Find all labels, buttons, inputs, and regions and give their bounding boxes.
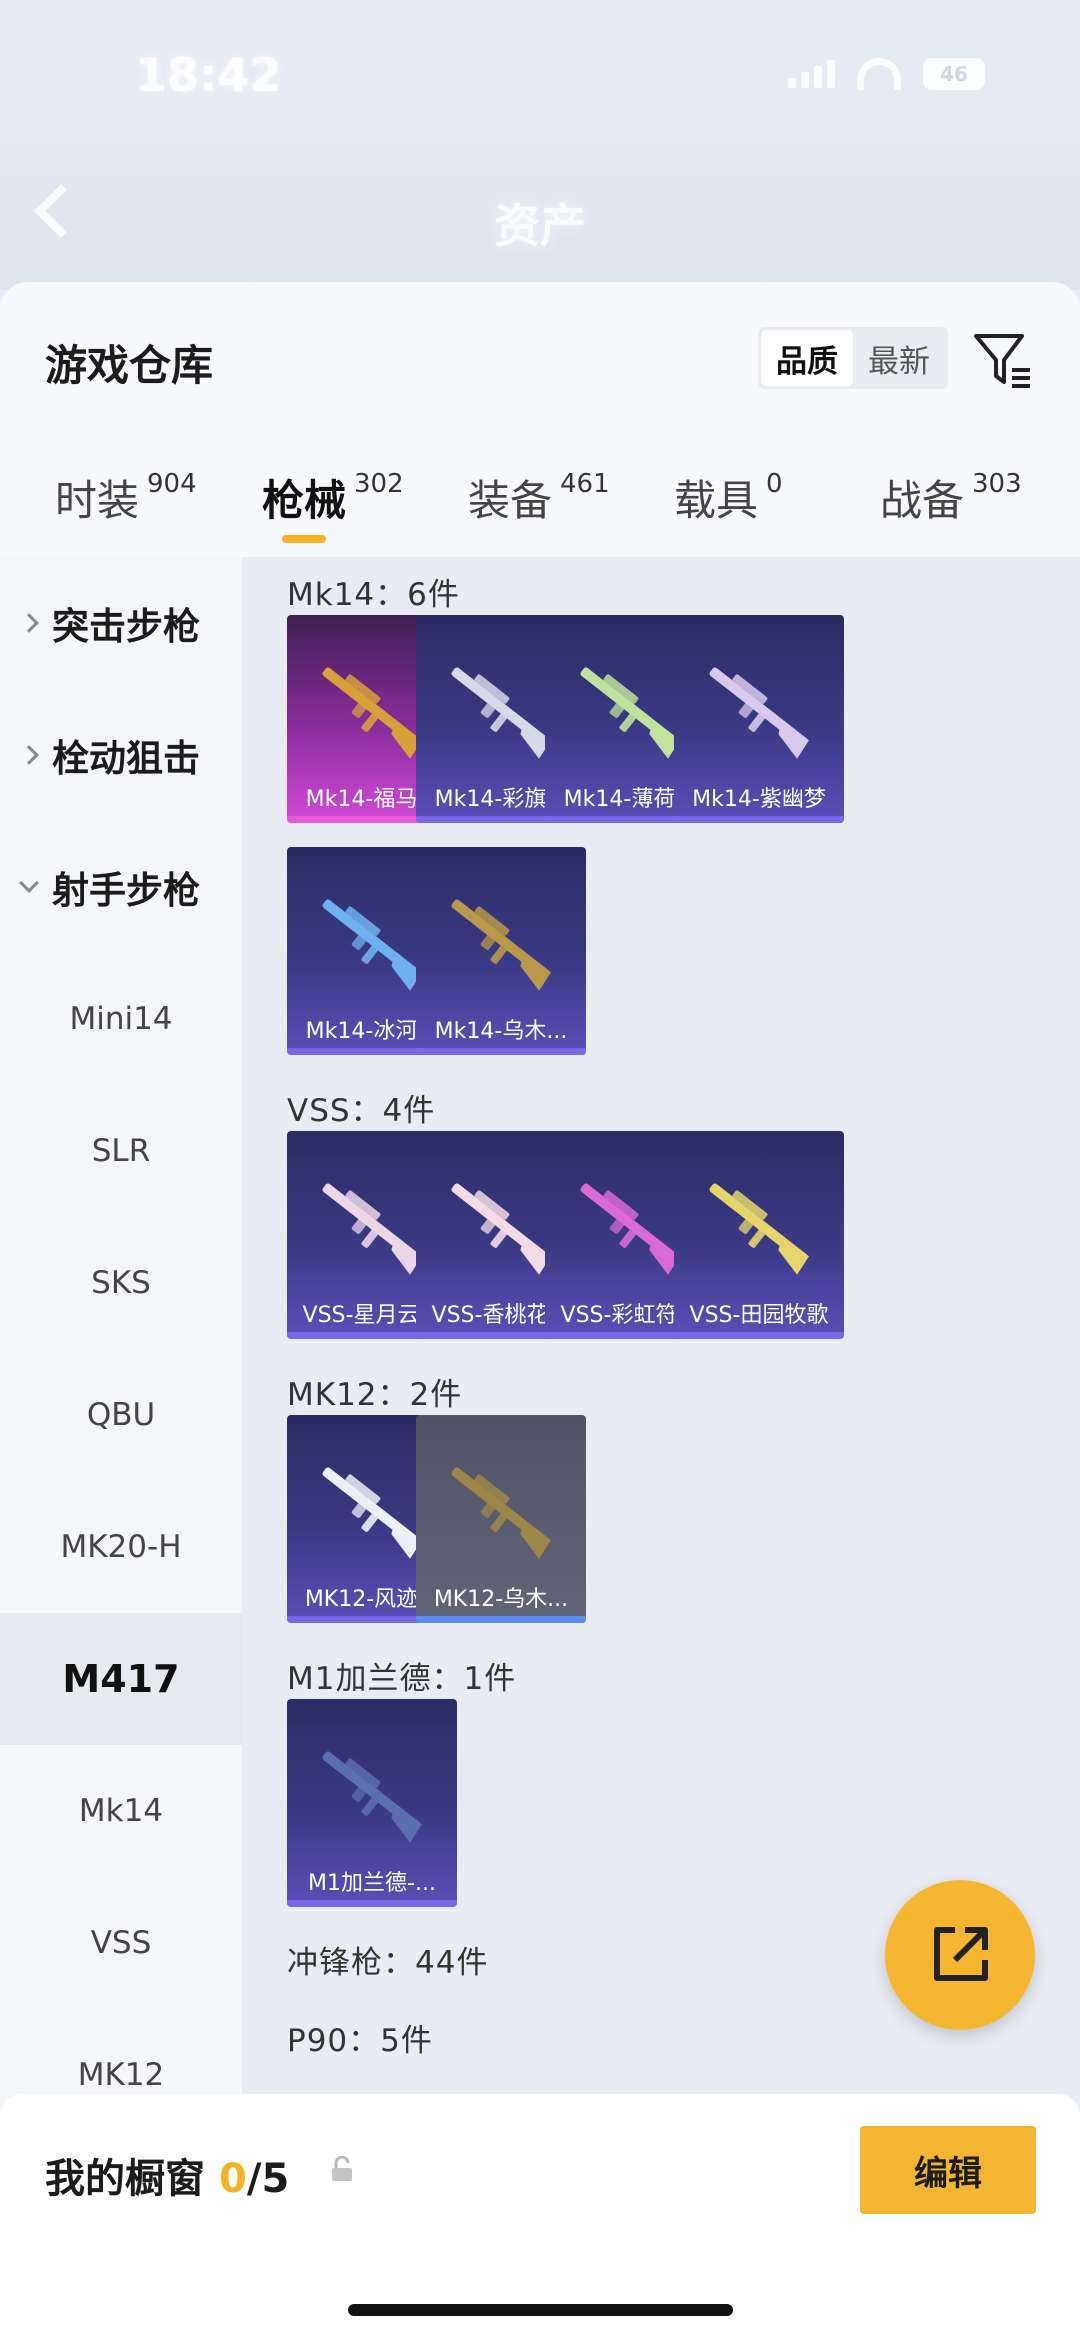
share-button[interactable]: [885, 1880, 1035, 2030]
weapon-skin-card[interactable]: Mk14-紫幽梦: [674, 615, 844, 823]
sidebar-item[interactable]: QBU: [0, 1349, 242, 1481]
category-tabs: 时装 904 枪械 302 装备 461 载具 0 战备 303: [0, 467, 1080, 557]
weapon-image: [451, 899, 552, 991]
showcase-title: 我的橱窗: [45, 2156, 205, 2202]
signal-icon: [788, 60, 835, 88]
sidebar-item-label: Mini14: [69, 1001, 173, 1037]
tab-count: 904: [147, 469, 197, 499]
section-title: MK12：2件: [287, 1377, 463, 1413]
tab-count: 302: [354, 469, 404, 499]
warehouse-card: 游戏仓库 品质 最新 时装 904 枪械 302 装备 461 载具 0 战备 …: [0, 282, 1080, 2341]
active-tab-indicator: [282, 535, 326, 543]
showcase-label: 我的橱窗 0 /5: [45, 2146, 289, 2204]
tab-fashion[interactable]: 时装 904: [55, 467, 197, 528]
rarity-bar: [416, 1616, 586, 1623]
weapon-skin-card[interactable]: Mk14-乌木...: [416, 847, 586, 1055]
sidebar-item[interactable]: SLR: [0, 1085, 242, 1217]
rarity-bar: [287, 1900, 457, 1907]
showcase-current: 0: [219, 2156, 247, 2202]
status-time: 18:42: [135, 48, 282, 102]
sort-toggle: 品质 最新: [758, 327, 948, 389]
sidebar-item-label: 栓动狙击: [52, 737, 200, 780]
weapon-skin-card[interactable]: VSS-田园牧歌: [674, 1131, 844, 1339]
tab-label: 战备: [880, 476, 965, 525]
tab-weapons[interactable]: 枪械 302: [262, 467, 404, 528]
app-header: 18:42 46 资产: [0, 0, 1080, 290]
weapon-image: [451, 1467, 552, 1559]
section-title: VSS：4件: [287, 1093, 436, 1129]
sidebar-item[interactable]: VSS: [0, 1877, 242, 2009]
tab-count: 303: [972, 469, 1022, 499]
chevron-down-icon: [19, 873, 39, 893]
sidebar-item[interactable]: M417: [0, 1613, 242, 1745]
tab-count: 0: [766, 469, 783, 499]
lock-icon: [332, 2156, 352, 2181]
tab-equipment[interactable]: 装备 461: [468, 467, 610, 528]
sidebar-item-label: MK12: [77, 2057, 165, 2093]
status-icons: 46: [788, 58, 985, 90]
tab-label: 枪械: [262, 476, 347, 525]
showcase-total: /5: [246, 2156, 290, 2202]
weapon-skin-card[interactable]: MK12-乌木...: [416, 1415, 586, 1623]
tab-label: 载具: [674, 476, 759, 525]
sidebar-item-label: VSS: [90, 1925, 152, 1961]
sort-newest-button[interactable]: 最新: [853, 330, 945, 386]
section-title: M1加兰德：1件: [287, 1661, 517, 1697]
weapon-image: [709, 667, 810, 759]
tab-count: 461: [560, 469, 610, 499]
rarity-bar: [416, 1048, 586, 1055]
weapon-skin-name: Mk14-紫幽梦: [692, 787, 826, 812]
sidebar-item[interactable]: MK20-H: [0, 1481, 242, 1613]
weapon-skin-card[interactable]: M1加兰德-...: [287, 1699, 457, 1907]
sidebar-item-label: 突击步枪: [52, 605, 200, 648]
section-title: Mk14：6件: [287, 577, 460, 613]
weapon-skin-name: M1加兰德-...: [308, 1871, 436, 1896]
page-title: 资产: [494, 199, 586, 253]
sidebar-item-label: 射手步枪: [52, 869, 200, 912]
sidebar-item[interactable]: Mk14: [0, 1745, 242, 1877]
weapon-skin-name: Mk14-乌木...: [434, 1019, 568, 1044]
section-title: P90：5件: [287, 2023, 433, 2059]
sidebar-item-label: SKS: [91, 1265, 151, 1301]
sidebar-item-label: MK20-H: [60, 1529, 182, 1565]
sidebar-item-label: SLR: [91, 1133, 151, 1169]
weapon-image: [709, 1183, 810, 1275]
sidebar-item[interactable]: Mini14: [0, 953, 242, 1085]
wifi-icon: [857, 58, 901, 90]
sidebar-item-label: Mk14: [78, 1793, 164, 1829]
tab-label: 装备: [468, 476, 553, 525]
filter-icon[interactable]: [972, 330, 1034, 392]
weapon-skin-name: VSS-田园牧歌: [689, 1303, 829, 1328]
tab-supplies[interactable]: 战备 303: [880, 467, 1022, 528]
tab-vehicles[interactable]: 载具 0: [674, 467, 783, 528]
sidebar-item[interactable]: 突击步枪: [0, 557, 242, 689]
weapon-image: [322, 1751, 423, 1843]
sidebar-item[interactable]: SKS: [0, 1217, 242, 1349]
sort-quality-button[interactable]: 品质: [761, 330, 853, 386]
battery-icon: 46: [923, 58, 985, 90]
chevron-right-icon: [19, 613, 39, 633]
weapon-grid: Mk14：6件5级Mk14-福马...Mk14-彩旗...Mk14-薄荷...M…: [242, 557, 1080, 2341]
tab-label: 时装: [55, 476, 140, 525]
sidebar-item-label: QBU: [86, 1397, 156, 1433]
sidebar-item[interactable]: 射手步枪: [0, 821, 242, 953]
chevron-right-icon: [19, 745, 39, 765]
weapon-skin-name: MK12-乌木...: [433, 1587, 569, 1612]
rarity-bar: [674, 1332, 844, 1339]
share-icon: [934, 1927, 988, 1981]
rarity-bar: [674, 816, 844, 823]
edit-button[interactable]: 编辑: [860, 2126, 1036, 2214]
sidebar-item[interactable]: 栓动狙击: [0, 689, 242, 821]
home-indicator: [348, 2304, 733, 2316]
weapon-category-sidebar: 突击步枪栓动狙击射手步枪 Mini14 SLR SKS QBU MK20-H M417 Mk1…: [0, 557, 242, 2341]
sidebar-item-label: M417: [62, 1657, 180, 1701]
section-title: 冲锋枪：44件: [287, 1945, 489, 1981]
warehouse-title: 游戏仓库: [45, 341, 214, 390]
